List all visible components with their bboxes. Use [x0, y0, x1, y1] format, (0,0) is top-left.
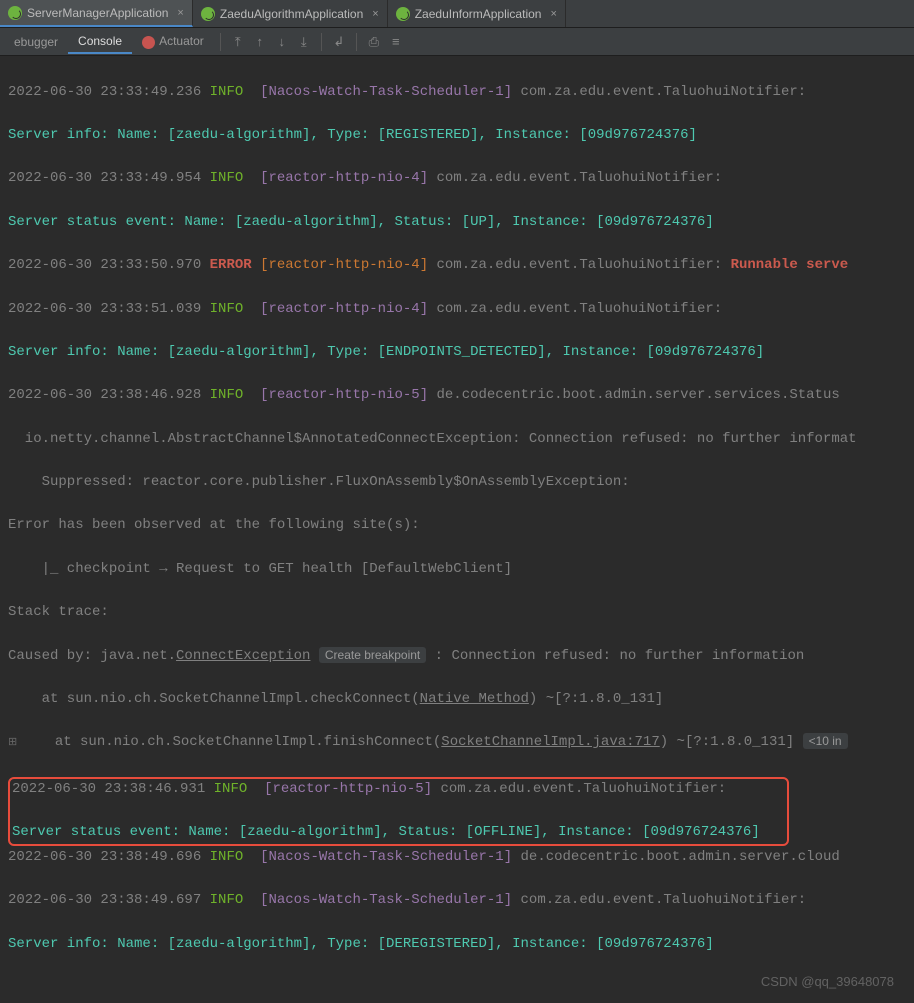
close-icon[interactable]: ×: [177, 7, 183, 19]
tool-row: ebugger Console Actuator ⤒ ↑ ↓ ⤓ ↲ ⎙ ≡: [0, 28, 914, 56]
print-icon[interactable]: ⎙: [365, 33, 383, 51]
tab-zaedu-inform[interactable]: ZaeduInformApplication ×: [388, 0, 566, 27]
scroll-top-icon[interactable]: ⤒: [229, 33, 247, 51]
subtab-debugger[interactable]: ebugger: [4, 31, 68, 53]
watermark: CSDN @qq_39648078: [761, 972, 894, 992]
tab-label: ServerManagerApplication: [27, 6, 168, 20]
tab-label: ZaeduAlgorithmApplication: [220, 7, 363, 21]
highlight-box: 2022-06-30 23:38:46.931 INFO [reactor-ht…: [8, 777, 789, 846]
console-output[interactable]: 2022-06-30 23:33:49.236 INFO [Nacos-Watc…: [0, 56, 914, 1003]
run-tabs: ServerManagerApplication × ZaeduAlgorith…: [0, 0, 914, 28]
source-link[interactable]: SocketChannelImpl.java:717: [441, 734, 659, 750]
close-icon[interactable]: ×: [550, 8, 556, 20]
scroll-down-icon[interactable]: ↓: [273, 33, 291, 51]
subtab-console[interactable]: Console: [68, 30, 132, 54]
tab-zaedu-algorithm[interactable]: ZaeduAlgorithmApplication ×: [193, 0, 388, 27]
wrap-icon[interactable]: ↲: [330, 33, 348, 51]
folded-hint[interactable]: <10 in: [803, 733, 848, 749]
scroll-up-icon[interactable]: ↑: [251, 33, 269, 51]
spring-icon: [8, 6, 22, 20]
spring-icon: [396, 7, 410, 21]
tab-label: ZaeduInformApplication: [415, 7, 542, 21]
exception-link[interactable]: ConnectException: [176, 648, 310, 664]
divider: [220, 33, 221, 51]
expand-icon[interactable]: ⊞: [8, 737, 17, 749]
tab-server-manager[interactable]: ServerManagerApplication ×: [0, 0, 193, 27]
scroll-bottom-icon[interactable]: ⤓: [295, 33, 313, 51]
subtab-actuator[interactable]: Actuator: [132, 30, 214, 52]
spring-icon: [201, 7, 215, 21]
close-icon[interactable]: ×: [372, 8, 378, 20]
actuator-icon: [142, 36, 155, 49]
create-breakpoint-hint[interactable]: Create breakpoint: [319, 647, 426, 663]
divider: [356, 33, 357, 51]
native-method-link[interactable]: Native Method: [420, 691, 529, 707]
divider: [321, 33, 322, 51]
filter-icon[interactable]: ≡: [387, 33, 405, 51]
